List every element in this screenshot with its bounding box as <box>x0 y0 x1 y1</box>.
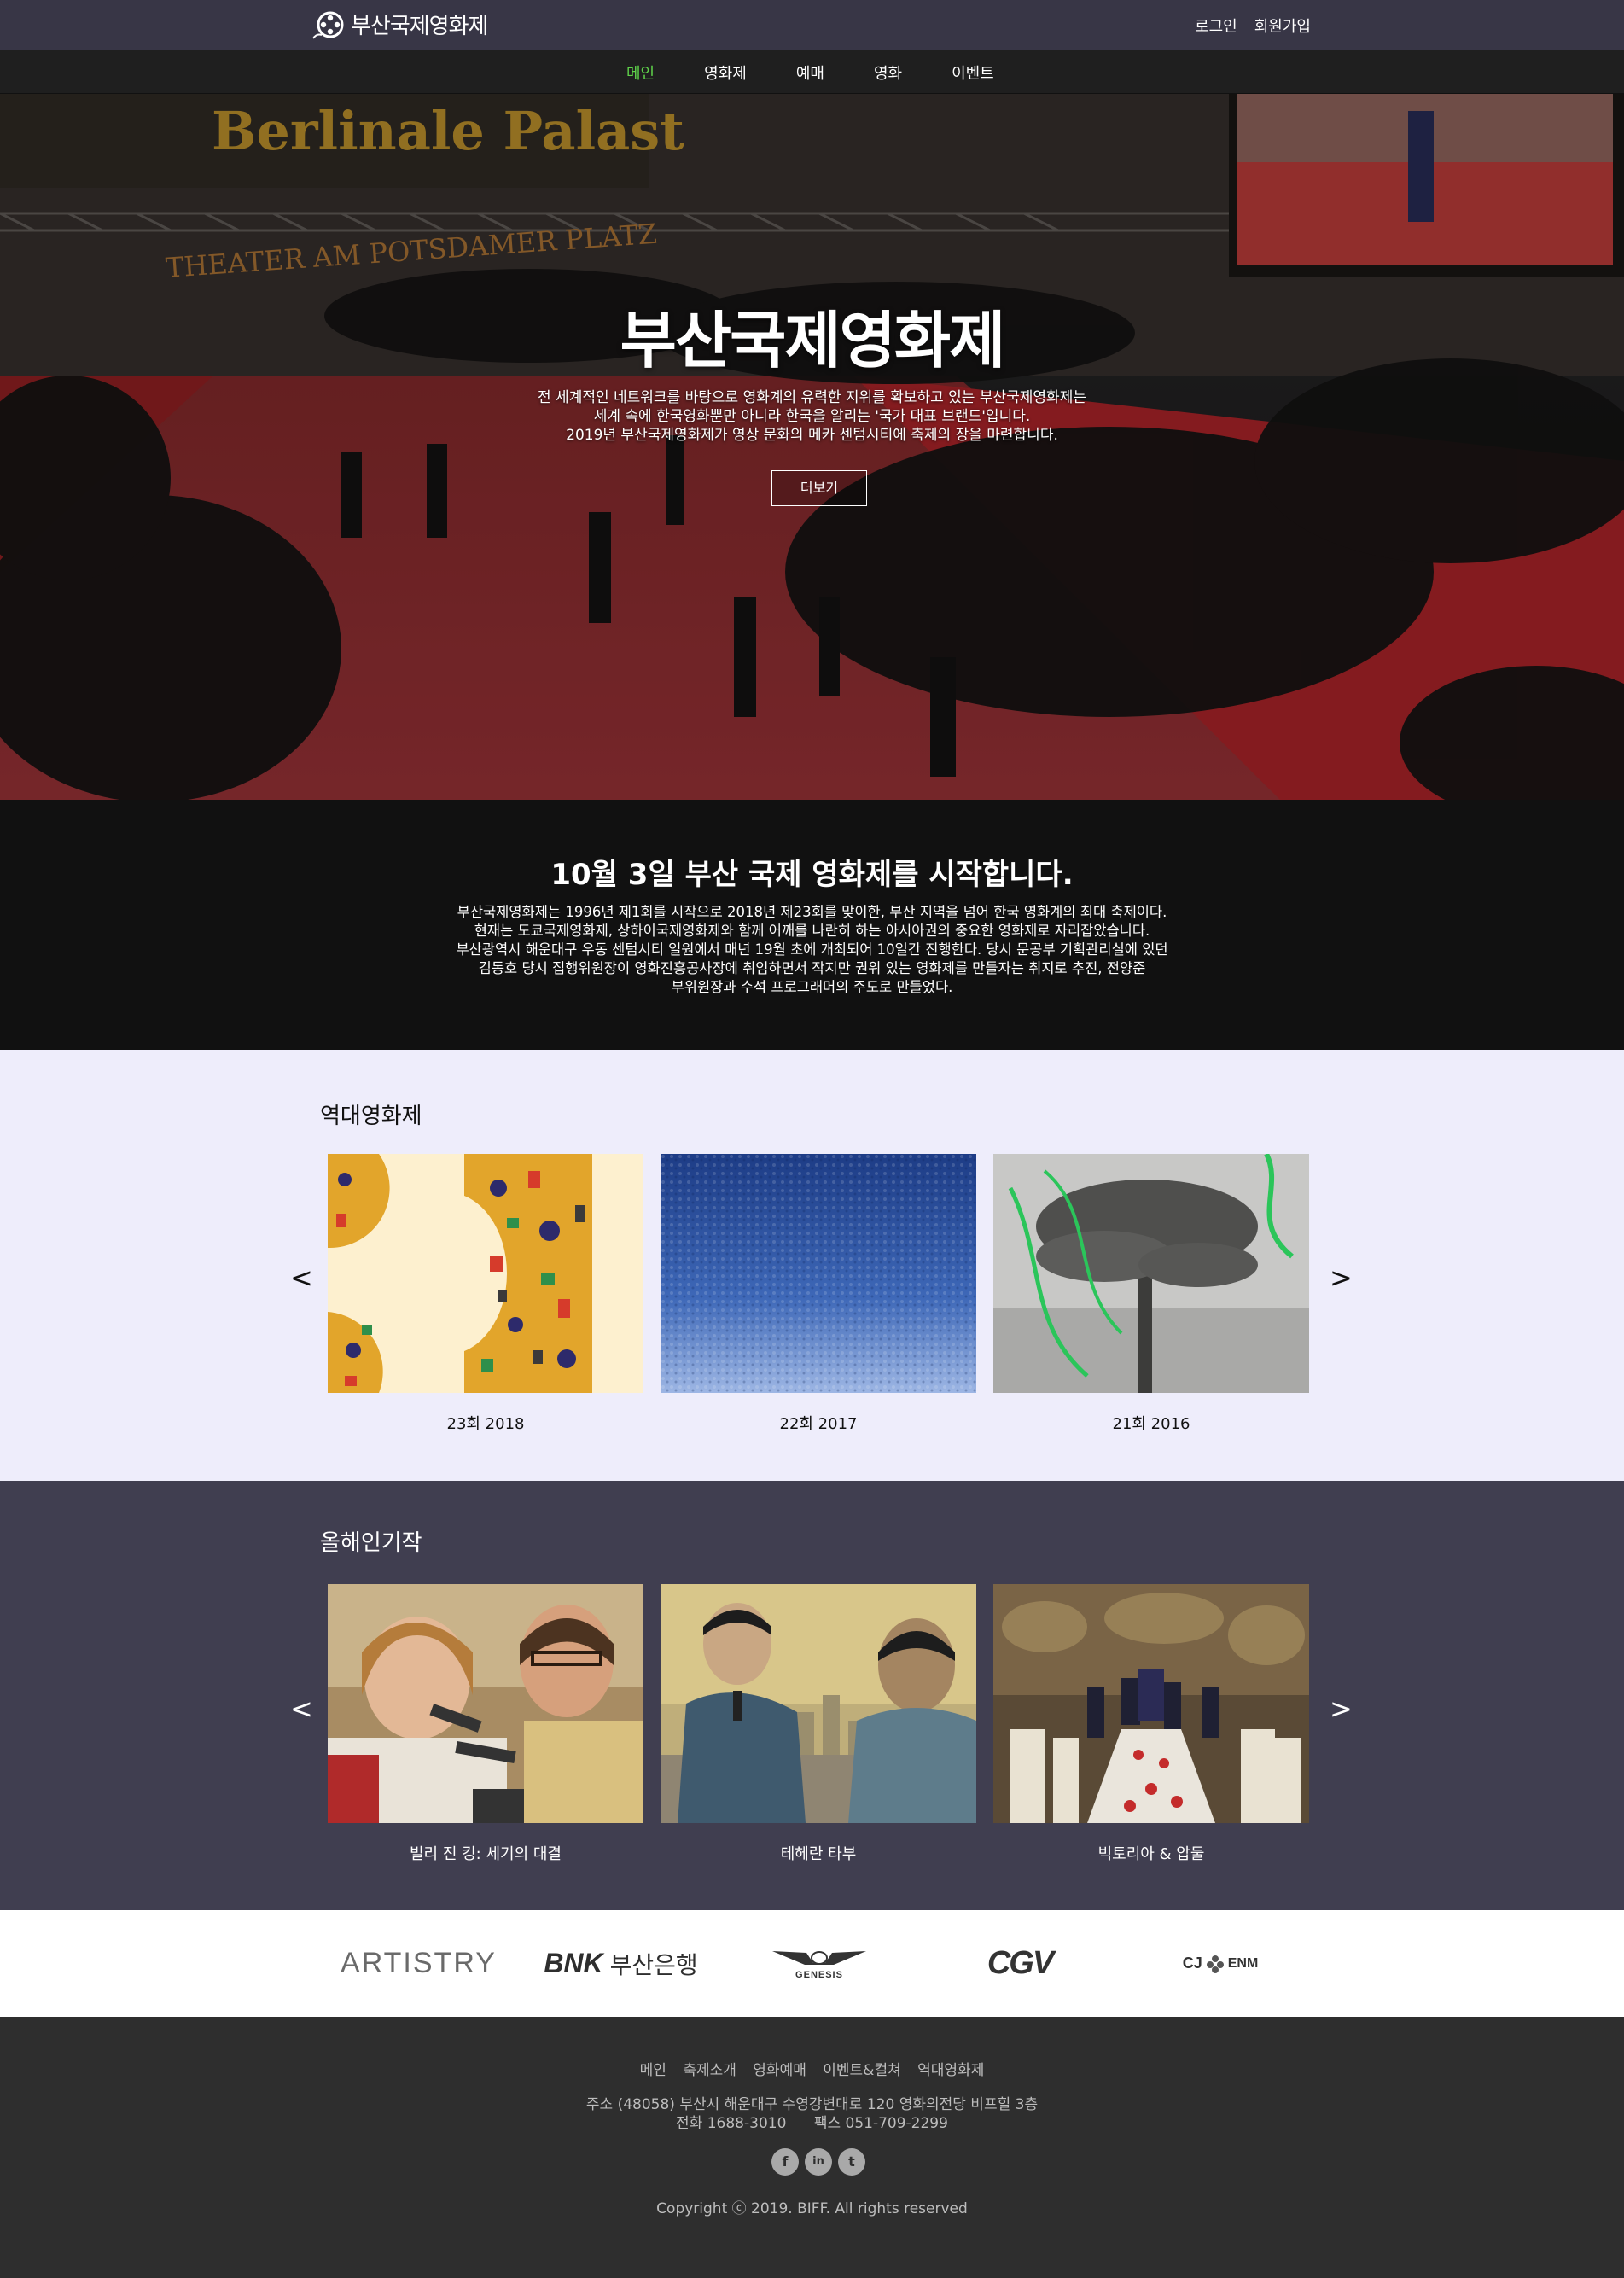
footer-link-about[interactable]: 축제소개 <box>683 2062 736 2079</box>
intro-text: 부산국제영화제는 1996년 제1회를 시작으로 2018년 제23회를 맞이한… <box>0 903 1624 997</box>
past-festivals-section: 역대영화제 < > 23회 2018 22회 2017 21회 2016 <box>0 1050 1624 1481</box>
poster-caption: 22회 2017 <box>779 1415 858 1433</box>
sponsor-cj-name: ENM <box>1227 1955 1259 1971</box>
movie-card-victoria-abdul[interactable]: 빅토리아 & 압둘 <box>993 1584 1309 1864</box>
film-reel-icon <box>312 11 344 39</box>
poster-card-2016[interactable]: 21회 2016 <box>993 1152 1309 1434</box>
site-footer: 메인 축제소개 영화예매 이벤트&컬쳐 역대영화제 주소 (48058) 부산시… <box>0 2017 1624 2278</box>
sponsor-logos: ARTISTRY BNK 부산은행 GENESIS CGV CJ ENM <box>0 1910 1624 2017</box>
footer-link-history[interactable]: 역대영화제 <box>917 2062 984 2079</box>
top-header: 부산국제영화제 로그인 회원가입 <box>0 0 1624 50</box>
signup-link[interactable]: 회원가입 <box>1254 15 1311 37</box>
linkedin-icon[interactable]: in <box>805 2148 832 2176</box>
sponsor-artistry-text: ARTISTRY <box>341 1947 497 1979</box>
twitter-icon[interactable]: t <box>838 2148 865 2176</box>
site-logo[interactable]: 부산국제영화제 <box>311 9 488 40</box>
hero-desc-line: 전 세계적인 네트워크를 바탕으로 영화계의 유력한 지위를 확보하고 있는 부… <box>538 389 1086 406</box>
intro-line: 부산광역시 해운대구 우동 센텀시티 일원에서 매년 19월 초에 개최되어 1… <box>456 941 1168 958</box>
nav-item-festival[interactable]: 영화제 <box>704 61 747 84</box>
intro-line: 김동호 당시 집행위원장이 영화진흥공사장에 취임하면서 작지만 권위 있는 영… <box>478 960 1146 976</box>
intro-line: 부위원장과 수석 프로그래머의 주도로 만들었다. <box>671 979 953 995</box>
nav-item-event[interactable]: 이벤트 <box>952 61 994 84</box>
past-prev-arrow[interactable]: < <box>290 1261 313 1294</box>
red-carpet-photo: Berlinale Palast THEATER AM POTSDAMER PL… <box>0 94 1624 800</box>
poster-caption: 21회 2016 <box>1112 1415 1190 1433</box>
sponsor-bnk-logo[interactable]: BNK 부산은행 <box>533 1910 708 2017</box>
sponsor-bnk-name: 부산은행 <box>609 1950 698 1979</box>
footer-address: 주소 (48058) 부산시 해운대구 수영강변대로 120 영화의전당 비프힐… <box>0 2095 1624 2133</box>
sponsor-cgv-logo[interactable]: CGV <box>973 1910 1067 2017</box>
genesis-wings-icon <box>772 1950 866 1965</box>
poster-caption: 23회 2018 <box>446 1415 525 1433</box>
address-line: 주소 (48058) 부산시 해운대구 수영강변대로 120 영화의전당 비프힐… <box>585 2096 1039 2113</box>
hero-title: 부산국제영화제 <box>620 305 1006 376</box>
past-festivals-title: 역대영화제 <box>320 1104 422 1129</box>
footer-links: 메인 축제소개 영화예매 이벤트&컬쳐 역대영화제 <box>0 2058 1624 2079</box>
sponsor-genesis-logo[interactable]: GENESIS <box>768 1910 870 2017</box>
intro-section: 10월 3일 부산 국제 영화제를 시작합니다. 부산국제영화제는 1996년 … <box>0 800 1624 1050</box>
movie-still-image <box>993 1584 1309 1823</box>
popular-prev-arrow[interactable]: < <box>290 1692 313 1725</box>
intro-line: 현재는 도쿄국제영화제, 상하이국제영화제와 함께 어깨를 나란히 하는 아시아… <box>474 923 1150 939</box>
logo-text: 부산국제영화제 <box>351 14 488 39</box>
past-next-arrow[interactable]: > <box>1330 1261 1353 1294</box>
footer-link-booking[interactable]: 영화예매 <box>753 2062 806 2079</box>
movie-card-tehran-taboo[interactable]: 테헤란 타부 <box>661 1584 976 1864</box>
sponsor-cgv-text: CGV <box>987 1945 1054 1981</box>
more-button[interactable]: 더보기 <box>771 470 867 506</box>
movie-caption: 빌리 진 킹: 세기의 대결 <box>410 1845 562 1863</box>
nav-item-main[interactable]: 메인 <box>626 61 655 84</box>
intro-heading: 10월 3일 부산 국제 영화제를 시작합니다. <box>550 858 1074 892</box>
sponsor-artistry-logo[interactable]: ARTISTRY <box>335 1910 502 2017</box>
login-link[interactable]: 로그인 <box>1195 15 1237 37</box>
sponsor-cj-logo[interactable]: CJ ENM <box>1178 1910 1263 2017</box>
poster-card-2017[interactable]: 22회 2017 <box>661 1154 976 1434</box>
sponsor-bnk-mark: BNK <box>544 1948 603 1978</box>
footer-link-main[interactable]: 메인 <box>640 2062 666 2079</box>
footer-link-events[interactable]: 이벤트&컬쳐 <box>823 2062 900 2079</box>
main-nav: 메인 영화제 예매 영화 이벤트 <box>0 50 1624 94</box>
poster-2016-image <box>993 1152 1309 1393</box>
movie-caption: 테헤란 타부 <box>780 1845 857 1863</box>
nav-item-booking[interactable]: 예매 <box>796 61 824 84</box>
nav-item-movie[interactable]: 영화 <box>874 61 902 84</box>
hero-banner: Berlinale Palast THEATER AM POTSDAMER PL… <box>0 94 1624 800</box>
popular-next-arrow[interactable]: > <box>1330 1692 1353 1725</box>
account-links: 로그인 회원가입 <box>1195 15 1311 37</box>
movie-still-image <box>328 1584 643 1823</box>
movie-caption: 빅토리아 & 압둘 <box>1097 1845 1205 1863</box>
poster-2018-image <box>328 1154 643 1393</box>
hero-desc-line: 세계 속에 한국영화뿐만 아니라 한국을 알리는 '국가 대표 브랜드'입니다. <box>593 408 1031 425</box>
movie-card-battle-of-the-sexes[interactable]: 빌리 진 킹: 세기의 대결 <box>328 1584 643 1864</box>
movie-still-image <box>661 1584 976 1823</box>
facebook-icon[interactable]: f <box>771 2148 799 2176</box>
copyright-text: Copyright ⓒ 2019. BIFF. All rights reser… <box>656 2200 968 2217</box>
cj-flower-icon <box>1206 1955 1224 1973</box>
poster-card-2018[interactable]: 23회 2018 <box>328 1154 643 1434</box>
poster-2017-image <box>661 1154 976 1393</box>
hero-desc-line: 2019년 부산국제영화제가 영상 문화의 메카 센텀시티에 축제의 장을 마련… <box>566 427 1058 444</box>
social-links: f in t <box>771 2148 865 2176</box>
intro-line: 부산국제영화제는 1996년 제1회를 시작으로 2018년 제23회를 맞이한… <box>457 904 1167 920</box>
popular-movies-section: 올해인기작 < > 빌리 진 킹: 세기의 대결 테헤란 타부 빅토리아 & 압… <box>0 1481 1624 1910</box>
sponsor-genesis-text: GENESIS <box>795 1969 843 1980</box>
sponsor-cj-mark: CJ <box>1182 1955 1202 1972</box>
popular-movies-title: 올해인기작 <box>320 1530 422 1556</box>
contact-line: 전화 1688-3010 팩스 051-709-2299 <box>676 2115 948 2132</box>
hero-description: 전 세계적인 네트워크를 바탕으로 영화계의 유력한 지위를 확보하고 있는 부… <box>0 388 1624 445</box>
